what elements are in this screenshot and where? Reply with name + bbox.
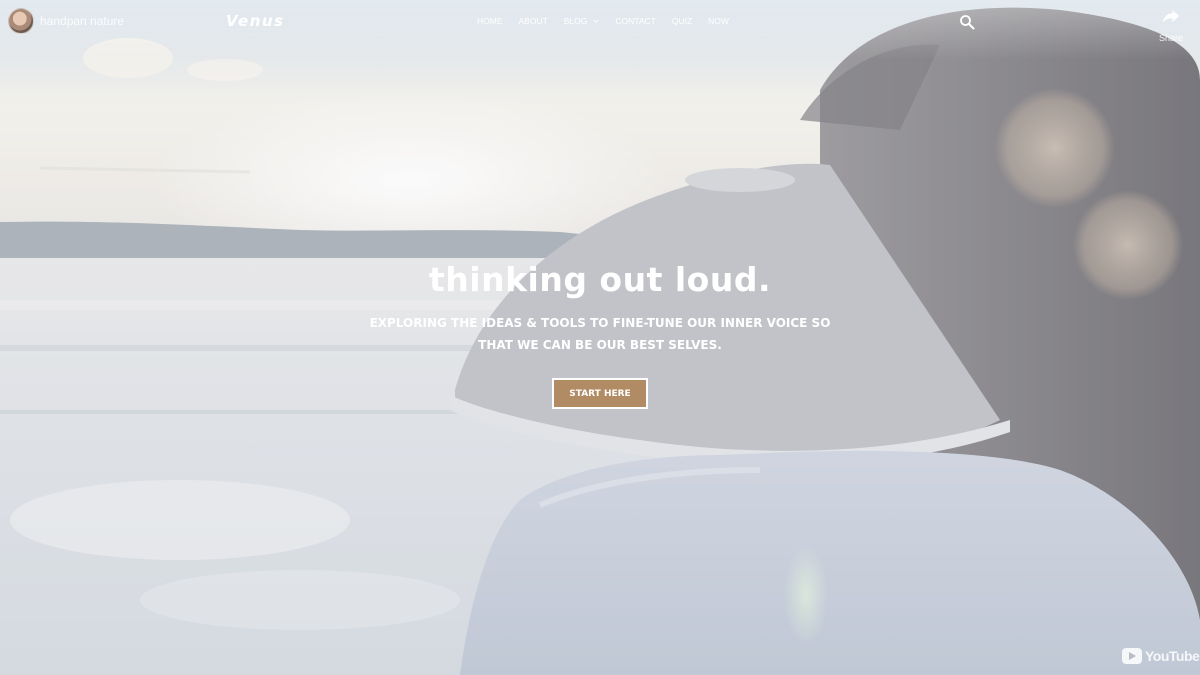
youtube-play-icon — [1122, 648, 1142, 664]
share-label: Share — [1158, 33, 1184, 43]
hero-section: thinking out loud. EXPLORING THE IDEAS &… — [0, 258, 1200, 356]
nav-item-about[interactable]: ABOUT — [519, 16, 548, 26]
nav-label: HOME — [477, 16, 503, 26]
channel-avatar[interactable] — [8, 8, 34, 34]
channel-name[interactable]: handpan nature — [40, 14, 124, 28]
search-icon[interactable] — [959, 14, 975, 30]
nav-label: BLOG — [563, 16, 588, 26]
site-brand-logo[interactable]: Venus — [226, 12, 284, 30]
hero-title: thinking out loud. — [429, 260, 771, 299]
main-nav: HOME ABOUT BLOG CONTACT QUIZ NOW — [477, 16, 745, 26]
hero-subtitle: EXPLORING THE IDEAS & TOOLS TO FINE-TUNE… — [369, 316, 831, 352]
youtube-logo[interactable]: YouTube — [1122, 648, 1200, 664]
nav-label: NOW — [708, 16, 729, 26]
nav-item-home[interactable]: HOME — [477, 16, 503, 26]
chevron-down-icon — [593, 19, 600, 23]
share-button[interactable]: Share — [1156, 8, 1186, 45]
player-top-gradient — [0, 0, 1200, 60]
nav-item-now[interactable]: NOW — [708, 16, 729, 26]
nav-label: ABOUT — [518, 16, 548, 26]
nav-item-quiz[interactable]: QUIZ — [672, 16, 692, 26]
share-arrow-icon — [1162, 10, 1180, 23]
start-here-button[interactable]: START HERE — [552, 378, 648, 409]
nav-label: CONTACT — [615, 16, 656, 26]
nav-label: QUIZ — [671, 16, 693, 26]
nav-item-contact[interactable]: CONTACT — [615, 16, 655, 26]
youtube-wordmark: YouTube — [1145, 648, 1200, 664]
nav-item-blog[interactable]: BLOG — [564, 16, 600, 26]
channel-info[interactable]: handpan nature — [8, 8, 124, 34]
